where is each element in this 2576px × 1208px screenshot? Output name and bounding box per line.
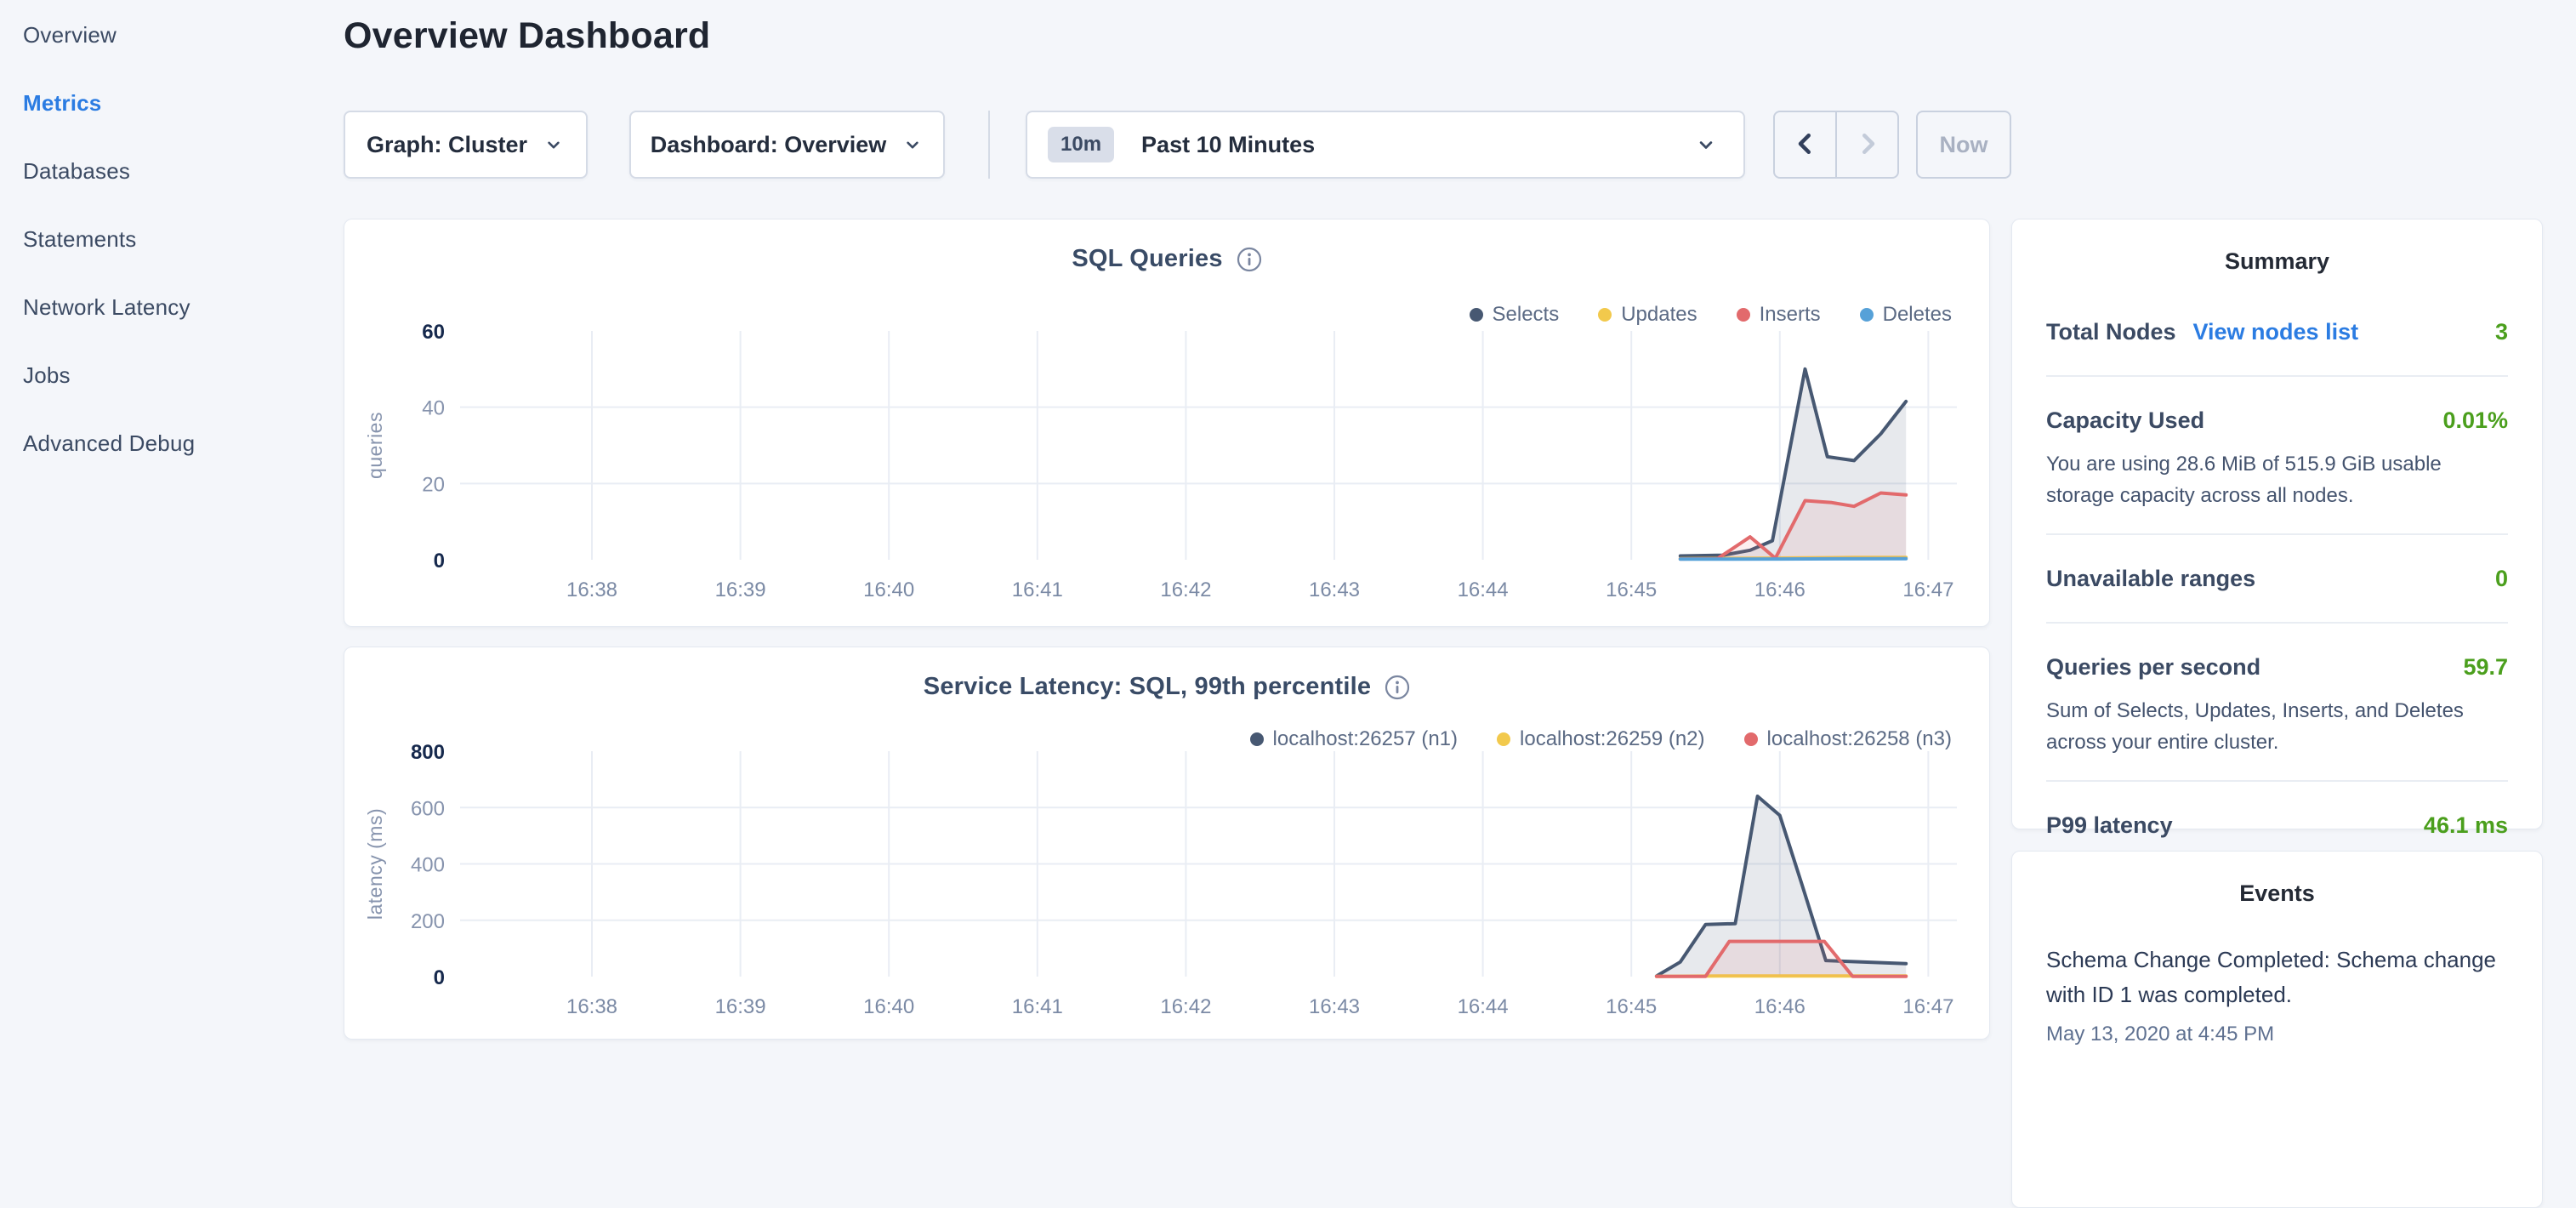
time-step-back-button[interactable] [1775,112,1835,177]
chevron-down-icon [1694,133,1718,157]
time-step-forward-button[interactable] [1835,112,1897,177]
y-tick-label: 200 [411,910,445,933]
time-range-label: Past 10 Minutes [1141,132,1315,158]
x-tick-label: 16:42 [1160,995,1211,1018]
divider [2046,375,2508,377]
y-axis-unit-label: queries [364,412,386,479]
toolbar-divider [988,111,990,179]
now-button[interactable]: Now [1916,111,2011,179]
x-tick-label: 16:39 [715,995,766,1018]
summary-row-description: Sum of Selects, Updates, Inserts, and De… [2046,695,2508,758]
sidebar-item-advanced-debug[interactable]: Advanced Debug [23,425,321,461]
y-tick-label: 400 [411,854,445,877]
summary-row-value: 46.1 ms [2424,812,2508,839]
summary-row-value: 0.01% [2442,407,2508,434]
y-tick-label: 20 [422,473,445,496]
dashboard-dropdown-label: Dashboard: Overview [651,132,887,158]
service-latency-chart-card: Service Latency: SQL, 99th percentile lo… [344,647,1990,1040]
x-tick-label: 16:46 [1754,578,1805,601]
x-tick-label: 16:45 [1606,995,1657,1018]
chevron-down-icon [543,134,565,156]
y-axis-unit-label: latency (ms) [364,808,386,920]
summary-row-value: 0 [2495,566,2508,592]
sidebar: Overview Metrics Databases Statements Ne… [23,17,321,493]
y-tick-label: 800 [411,741,445,764]
summary-panel: Summary Total Nodes View nodes list 3 Ca… [2011,219,2543,829]
y-tick-label: 0 [434,550,445,573]
toolbar: Graph: Cluster Dashboard: Overview 10m P… [344,111,2061,179]
x-tick-label: 16:46 [1754,995,1805,1018]
events-panel: Events Schema Change Completed: Schema c… [2011,851,2543,1208]
view-nodes-list-link[interactable]: View nodes list [2193,319,2359,345]
summary-row-value: 3 [2495,319,2508,345]
time-step-buttons [1773,111,1899,179]
x-tick-label: 16:47 [1902,995,1953,1018]
summary-row-label: Capacity Used [2046,407,2204,434]
summary-row-total-nodes: Total Nodes View nodes list 3 [2046,311,2508,353]
x-tick-label: 16:38 [566,578,617,601]
x-tick-label: 16:40 [863,578,914,601]
page-title: Overview Dashboard [344,15,710,57]
events-title: Events [2046,880,2508,907]
dashboard-dropdown[interactable]: Dashboard: Overview [629,111,945,179]
sidebar-item-overview[interactable]: Overview [23,17,321,53]
chevron-left-icon [1790,128,1821,162]
x-tick-label: 16:45 [1606,578,1657,601]
event-timestamp: May 13, 2020 at 4:45 PM [2046,1023,2508,1046]
divider [2046,622,2508,624]
y-tick-label: 600 [411,797,445,820]
graph-dropdown-label: Graph: Cluster [367,132,527,158]
summary-row-p99-latency: P99 latency 46.1 ms [2046,804,2508,846]
summary-row-value: 59.7 [2463,654,2508,681]
event-list-item[interactable]: Schema Change Completed: Schema change w… [2046,943,2508,1046]
service-latency-chart: 16:38 16:39 16:40 16:41 16:42 16:43 16:44 16:45… [344,647,1991,1040]
summary-row-label: Total Nodes [2046,319,2176,345]
y-tick-label: 40 [422,397,445,420]
divider [2046,533,2508,535]
summary-row-label: Unavailable ranges [2046,566,2255,592]
summary-row-queries-per-second: Queries per second 59.7 [2046,646,2508,688]
x-tick-label: 16:44 [1458,578,1509,601]
x-tick-label: 16:42 [1160,578,1211,601]
x-tick-label: 16:41 [1012,578,1063,601]
time-range-badge: 10m [1048,127,1114,162]
chevron-down-icon [901,134,924,156]
y-tick-label: 60 [422,321,445,344]
x-tick-label: 16:44 [1458,995,1509,1018]
sidebar-item-network-latency[interactable]: Network Latency [23,289,321,325]
sidebar-item-jobs[interactable]: Jobs [23,357,321,393]
sql-queries-chart: 16:38 16:39 16:40 16:41 16:42 16:43 16:44 16:45… [344,219,1991,628]
summary-title: Summary [2046,248,2508,275]
x-tick-label: 16:43 [1309,578,1360,601]
time-range-picker[interactable]: 10m Past 10 Minutes [1026,111,1745,179]
summary-row-label: P99 latency [2046,812,2173,839]
series-line [1680,559,1906,560]
x-tick-label: 16:47 [1902,578,1953,601]
graph-dropdown[interactable]: Graph: Cluster [344,111,588,179]
summary-row-capacity-used: Capacity Used 0.01% [2046,399,2508,442]
event-message: Schema Change Completed: Schema change w… [2046,943,2508,1012]
x-tick-label: 16:39 [715,578,766,601]
summary-row-label: Queries per second [2046,654,2260,681]
x-tick-label: 16:38 [566,995,617,1018]
x-tick-label: 16:43 [1309,995,1360,1018]
divider [2046,780,2508,782]
y-tick-label: 0 [434,966,445,989]
sidebar-item-statements[interactable]: Statements [23,221,321,257]
chevron-right-icon [1852,128,1883,162]
sidebar-item-databases[interactable]: Databases [23,153,321,189]
summary-row-description: You are using 28.6 MiB of 515.9 GiB usab… [2046,448,2508,511]
sql-queries-chart-card: SQL Queries SelectsUpdatesInsertsDeletes… [344,219,1990,627]
summary-row-unavailable-ranges: Unavailable ranges 0 [2046,557,2508,600]
x-tick-label: 16:40 [863,995,914,1018]
x-tick-label: 16:41 [1012,995,1063,1018]
sidebar-item-metrics[interactable]: Metrics [23,85,321,121]
